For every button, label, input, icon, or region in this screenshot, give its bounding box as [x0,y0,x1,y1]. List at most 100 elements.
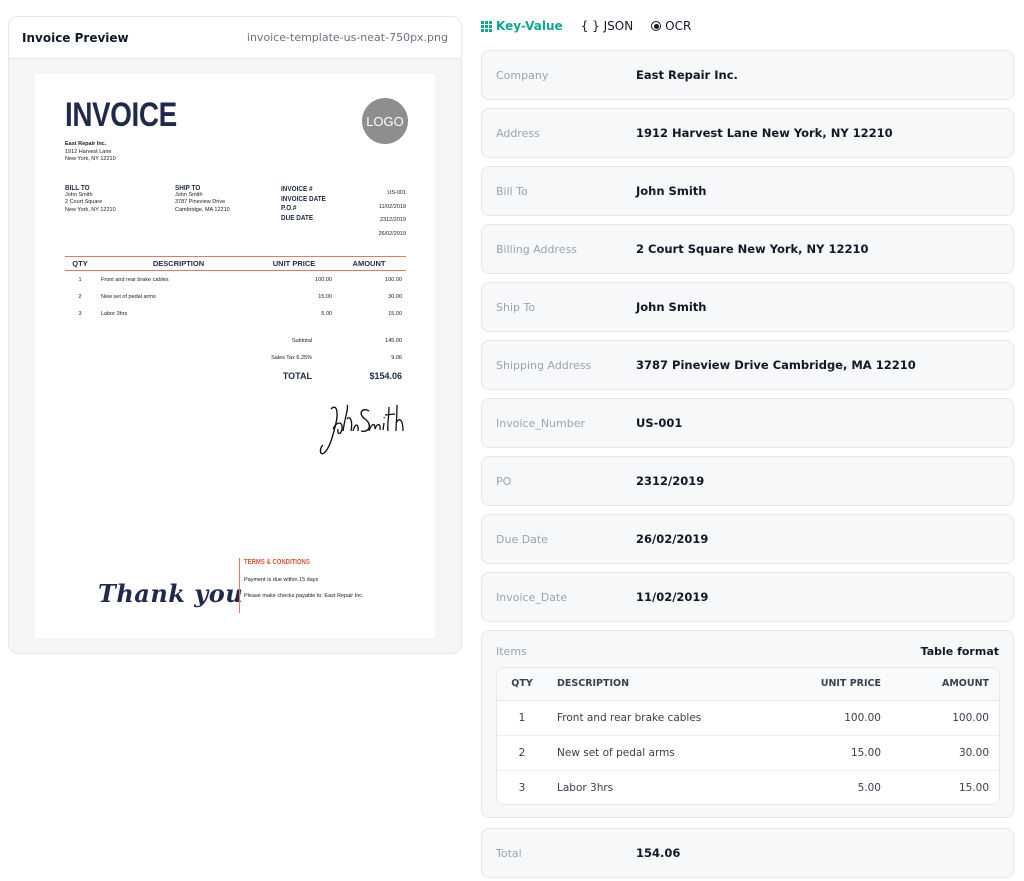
due-date-value: 26/02/2019 [378,230,406,237]
field-key: Shipping Address [496,358,592,372]
field-bill-to: Bill To John Smith [481,166,1014,216]
field-key: Bill To [496,184,528,198]
col-amount: AMOUNT [895,668,999,701]
tab-ocr[interactable]: OCR [651,19,691,33]
cell-unit-price: 15.00 [318,293,332,300]
tab-key-value-label: Key-Value [496,19,563,33]
items-table-container: QTY DESCRIPTION UNIT PRICE AMOUNT 1 Fron… [496,667,1000,805]
total-value: $154.06 [369,370,402,381]
field-address: Address 1912 Harvest Lane New York, NY 1… [481,108,1014,158]
field-invoice-date: Invoice_Date 11/02/2019 [481,572,1014,622]
items-table-header: QTY DESCRIPTION UNIT PRICE AMOUNT [497,668,999,701]
table-row: 2 New set of pedal arms 15.00 30.00 [65,288,406,306]
field-value: 26/02/2019 [636,532,709,546]
field-shipping-address: Shipping Address 3787 Pineview Drive Cam… [481,340,1014,390]
col-amount: AMOUNT [352,259,386,268]
invoice-table-header: QTY DESCRIPTION UNIT PRICE AMOUNT [65,256,406,271]
po-value: 2312/2019 [380,217,406,223]
invoice-heading: INVOICE [65,96,177,134]
field-ship-to: Ship To John Smith [481,282,1014,332]
field-items: Items Table format QTY DESCRIPTION UNIT … [481,630,1014,818]
tab-ocr-label: OCR [665,19,692,33]
cell-amount: 100.00 [385,276,402,283]
invoice-preview-panel: Invoice Preview invoice-template-us-neat… [8,16,462,654]
field-value: John Smith [636,184,707,198]
invoice-line-items: QTY DESCRIPTION UNIT PRICE AMOUNT 1 Fron… [65,256,406,323]
cell-description: New set of pedal arms [101,293,156,300]
field-value: 2312/2019 [636,474,705,488]
cell-qty: 3 [518,781,526,794]
cell-description: New set of pedal arms [547,735,775,771]
table-row: 3 Labor 3hrs 5.00 15.00 [497,770,999,804]
field-company: Company East Repair Inc. [481,50,1014,100]
cell-amount: 15.00 [388,311,402,318]
invoice-totals: Subtotal 145.00 Sales Tax 6.25% 9.06 TOT… [235,332,406,385]
cell-description: Labor 3hrs [557,781,614,794]
invoice-meta-labels: INVOICE # INVOICE DATE P.O.# DUE DATE [281,184,334,222]
cell-unit-price: 5.00 [321,311,332,318]
ship-to-name: John Smith [175,191,203,198]
ship-to-block: SHIP TO John Smith 3787 Pineview Drive C… [175,184,230,214]
field-key: PO [496,474,512,488]
bill-to-name: John Smith [65,191,93,198]
tab-key-value[interactable]: Key-Value [481,19,563,33]
field-value: 3787 Pineview Drive Cambridge, MA 12210 [636,358,916,372]
cell-amount: 30.00 [388,293,402,300]
cell-amount: 30.00 [895,735,999,771]
preview-filename: invoice-template-us-neat-750px.png [246,31,448,44]
preview-header: Invoice Preview invoice-template-us-neat… [9,17,461,59]
subtotal-value: 145.00 [385,337,402,344]
items-format-label: Table format [920,645,999,658]
logo-placeholder: LOGO [362,98,408,144]
col-unit-price: UNIT PRICE [775,668,895,701]
cell-description: Front and rear brake cables [101,276,169,283]
field-key: Total [496,846,522,860]
terms-line-2: Please make checks payable to: East Repa… [244,593,364,599]
cell-qty: 2 [497,735,547,771]
col-description: DESCRIPTION [152,259,205,268]
field-value: 2 Court Square New York, NY 12210 [636,242,869,256]
field-key: Invoice_Date [496,590,568,604]
tax-row: Sales Tax 6.25% 9.06 [235,350,406,368]
signature-image [319,404,404,455]
cell-description: Front and rear brake cables [547,700,775,736]
col-qty: QTY [497,668,547,701]
cell-qty: 1 [497,700,547,736]
cell-unit-price: 15.00 [775,735,895,771]
bill-to-block: BILL TO John Smith 2 Court Square New Yo… [65,184,116,214]
bill-to-label: BILL TO [65,183,90,192]
terms-divider [239,558,240,613]
terms-line-1: Payment is due within 15 days [244,577,319,583]
field-value: East Repair Inc. [636,68,738,82]
cell-description: Labor 3hrs [101,311,128,318]
subtotal-label: Subtotal [291,337,312,344]
tab-json-label: { } JSON [580,19,634,33]
invoice-meta-values: US-001 11/02/2019 2312/2019 26/02/2019 [378,187,406,241]
ship-to-line1: 3787 Pineview Drive [175,199,226,205]
field-key: Billing Address [496,242,578,256]
items-label: Items [496,645,527,658]
radio-icon [651,21,662,31]
bill-to-line2: New York, NY 12210 [65,206,116,213]
sender-name: East Repair Inc. [65,141,107,147]
subtotal-row: Subtotal 145.00 [235,332,406,350]
cell-unit-price: 100.00 [775,700,895,736]
cell-qty: 1 [78,276,82,283]
field-total: Total 154.06 [481,828,1014,878]
field-value: John Smith [636,300,707,314]
tax-label: Sales Tax 6.25% [271,355,312,362]
due-date-label: DUE DATE [281,212,314,222]
terms-heading: TERMS & CONDITIONS [244,559,310,566]
field-po: PO 2312/2019 [481,456,1014,506]
table-row: 1 Front and rear brake cables 100.00 100… [65,271,406,289]
col-unit-price: UNIT PRICE [272,259,316,268]
field-value: 11/02/2019 [636,590,709,604]
tab-json[interactable]: { } JSON [581,19,633,33]
field-billing-address: Billing Address 2 Court Square New York,… [481,224,1014,274]
invoice-date-label: INVOICE DATE [281,193,326,203]
invoice-date-value: 11/02/2019 [378,203,406,210]
bill-to-line1: 2 Court Square [65,199,103,205]
table-grid-icon [481,20,492,32]
table-row: 3 Labor 3hrs 5.00 15.00 [65,306,406,324]
po-label: P.O.# [281,203,297,212]
